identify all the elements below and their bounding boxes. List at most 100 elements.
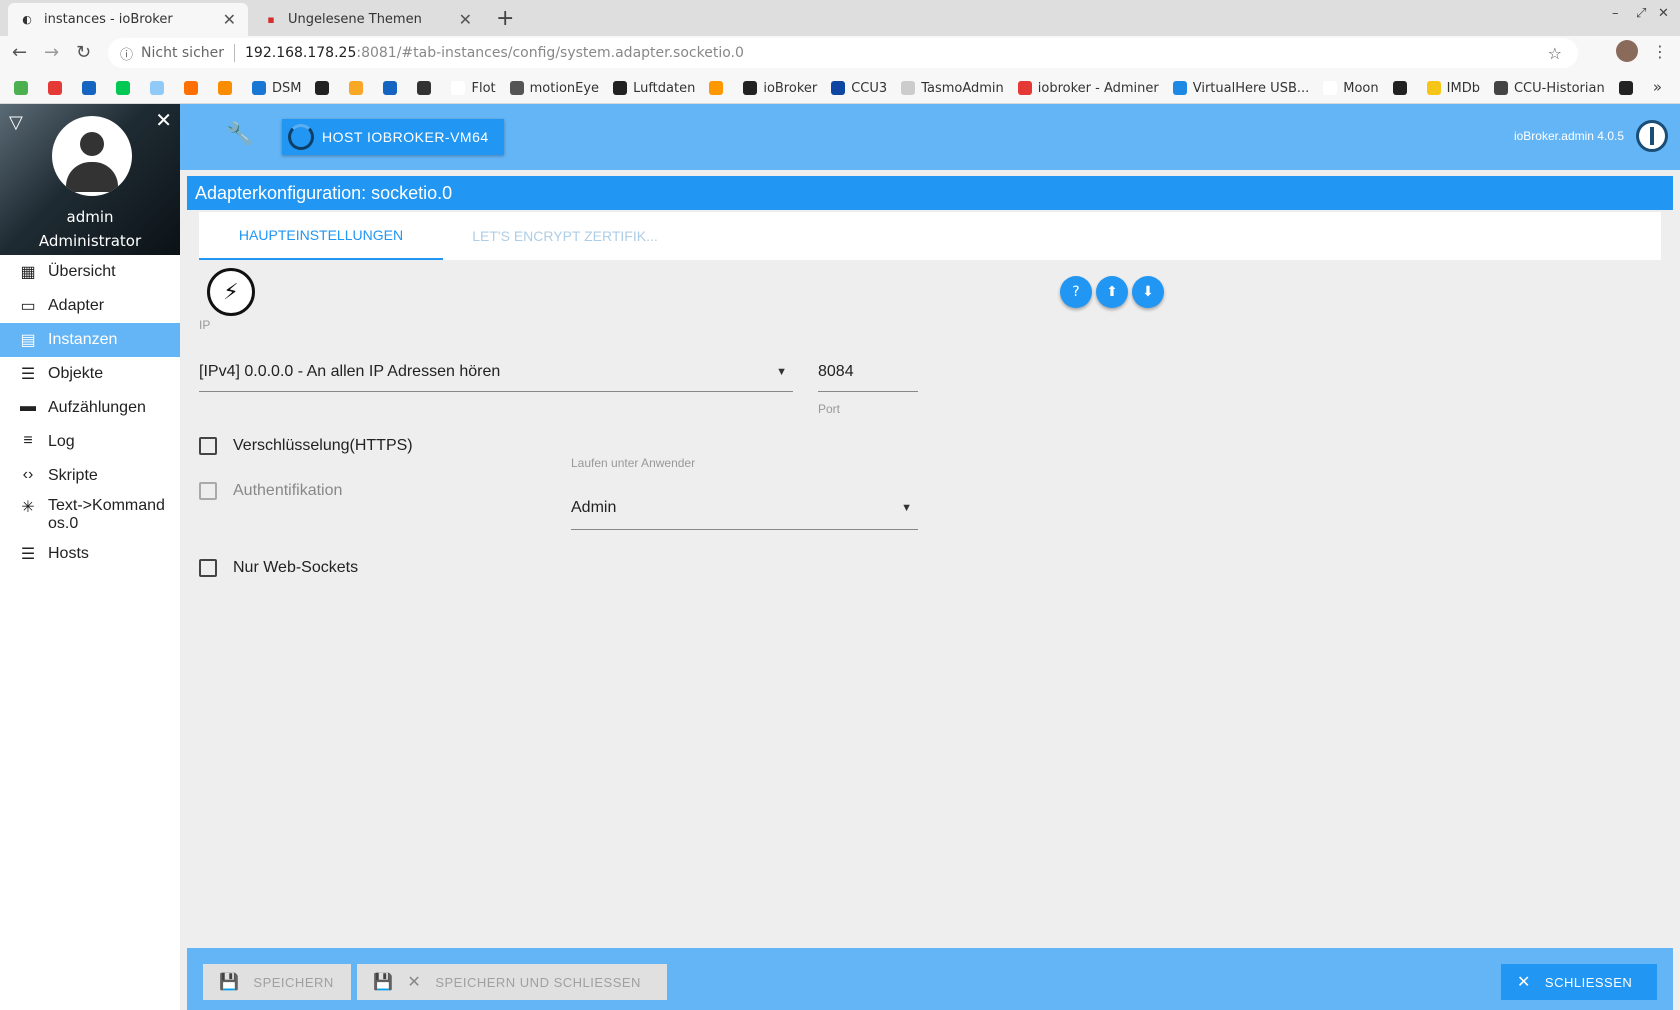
sidebar-item-list[interactable]: ☰ Objekte bbox=[0, 357, 180, 391]
bookmarks-bar: DSM Flot motionEye Luftdaten ioBroker CCU3 Tas… bbox=[0, 74, 1680, 102]
back-arrow-icon[interactable]: ← bbox=[12, 42, 27, 63]
auth-checkbox-row[interactable]: Authentifikation bbox=[199, 482, 342, 500]
port-input[interactable]: 8084 bbox=[818, 352, 918, 392]
page-title: Adapterkonfiguration: socketio.0 bbox=[187, 176, 1673, 210]
bookmark-favicon-icon bbox=[349, 81, 364, 95]
sidebar-item-store[interactable]: ▭ Adapter bbox=[0, 289, 180, 323]
browser-tab-themen[interactable]: ▪ Ungelesene Themen ✕ bbox=[252, 3, 484, 36]
save-button[interactable]: 💾 SPEICHERN bbox=[203, 964, 351, 1000]
bookmark-item[interactable] bbox=[383, 81, 403, 95]
bookmark-favicon-icon bbox=[417, 81, 432, 95]
sidebar-item-log[interactable]: ≡ Log bbox=[0, 425, 180, 459]
bookmark-item[interactable]: CCU3 bbox=[831, 81, 887, 96]
bookmarks-overflow-button[interactable]: » bbox=[1653, 78, 1662, 96]
auth-checkbox[interactable] bbox=[199, 482, 217, 500]
maximize-button[interactable]: ⤢ bbox=[1636, 6, 1646, 21]
bookmark-item[interactable] bbox=[417, 81, 437, 95]
websockets-checkbox[interactable] bbox=[199, 559, 217, 577]
browser-tab-instances[interactable]: ◐ instances - ioBroker ✕ bbox=[8, 3, 248, 36]
app-toolbar: 🔧 HOST IOBROKER-VM64 ioBroker.admin 4.0.… bbox=[180, 104, 1680, 170]
bookmark-item[interactable]: TasmoAdmin bbox=[901, 81, 1004, 96]
save-close-button[interactable]: 💾 ✕ SPEICHERN UND SCHLIESSEN bbox=[357, 964, 667, 1000]
host-button[interactable]: HOST IOBROKER-VM64 bbox=[282, 119, 504, 155]
sidebar-item-instances[interactable]: ▤ Instanzen bbox=[0, 323, 180, 357]
websockets-checkbox-row[interactable]: Nur Web-Sockets bbox=[199, 559, 358, 577]
upload-button[interactable]: ⬆ bbox=[1096, 276, 1128, 308]
profile-avatar[interactable] bbox=[1616, 40, 1638, 62]
window-close-button[interactable]: ✕ bbox=[1658, 6, 1669, 21]
https-checkbox-row[interactable]: Verschlüsselung(HTTPS) bbox=[199, 437, 413, 455]
close-icon: ✕ bbox=[1517, 974, 1531, 991]
sidebar-item-storage[interactable]: ☰ Hosts bbox=[0, 537, 180, 571]
bookmark-item[interactable] bbox=[150, 81, 170, 95]
new-tab-button[interactable]: + bbox=[496, 6, 514, 31]
info-icon[interactable]: ⓘ bbox=[120, 44, 133, 63]
sidebar-item-label: Objekte bbox=[48, 365, 104, 382]
tab-main-settings[interactable]: HAUPTEINSTELLUNGEN bbox=[199, 212, 443, 260]
tab-close-icon[interactable]: ✕ bbox=[459, 10, 472, 29]
help-button[interactable]: ? bbox=[1060, 276, 1092, 308]
bookmark-label: Moon bbox=[1343, 80, 1379, 96]
bookmark-item[interactable]: DSM bbox=[252, 81, 301, 96]
bookmark-item[interactable]: IMDb bbox=[1426, 81, 1480, 96]
bookmark-item[interactable]: ioBroker bbox=[743, 81, 817, 96]
bookmark-favicon-icon bbox=[901, 81, 916, 95]
bookmark-favicon-icon bbox=[48, 81, 62, 95]
bookmark-item[interactable] bbox=[709, 81, 729, 95]
bookmark-item[interactable]: Luftdaten bbox=[613, 81, 695, 96]
minimize-button[interactable]: – bbox=[1612, 6, 1619, 21]
sidebar-item-enum[interactable]: ▬ Aufzählungen bbox=[0, 391, 180, 425]
bookmark-item[interactable] bbox=[349, 81, 369, 95]
bookmark-item[interactable]: Moon bbox=[1323, 80, 1379, 96]
sidebar-close-icon[interactable]: ✕ bbox=[155, 108, 172, 132]
bookmark-item[interactable] bbox=[315, 81, 335, 95]
bookmark-item[interactable]: VirtualHere USB... bbox=[1172, 81, 1309, 96]
save-close-label: SPEICHERN UND SCHLIESSEN bbox=[435, 974, 641, 990]
browser-menu-icon[interactable]: ⋮ bbox=[1652, 42, 1668, 61]
instances-icon: ▤ bbox=[20, 332, 36, 349]
iobroker-logo-icon bbox=[1636, 120, 1668, 152]
tab-close-icon[interactable]: ✕ bbox=[223, 10, 236, 29]
bookmark-favicon-icon bbox=[1493, 81, 1508, 95]
bottom-action-bar: 💾 SPEICHERN 💾 ✕ SPEICHERN UND SCHLIESSEN… bbox=[187, 948, 1673, 1010]
address-bar[interactable]: ⓘ Nicht sicher 192.168.178.25 :8081/#tab… bbox=[108, 38, 1578, 68]
bookmark-favicon-icon bbox=[613, 81, 628, 95]
menu-toggle-icon[interactable]: ▽ bbox=[9, 112, 23, 133]
auth-label: Authentifikation bbox=[233, 482, 343, 499]
bookmark-item[interactable]: CCU-Historian bbox=[1493, 81, 1605, 96]
bookmark-item[interactable] bbox=[82, 81, 102, 95]
list-icon: ☰ bbox=[20, 366, 36, 383]
bookmark-star-icon[interactable]: ☆ bbox=[1548, 44, 1562, 63]
bookmark-item[interactable] bbox=[14, 81, 34, 95]
https-checkbox[interactable] bbox=[199, 437, 217, 455]
bookmark-item[interactable]: Flot bbox=[451, 81, 496, 96]
store-icon: ▭ bbox=[20, 298, 36, 315]
bookmark-item[interactable] bbox=[1392, 81, 1413, 95]
ip-select[interactable]: [IPv4] 0.0.0.0 - An allen IP Adressen hö… bbox=[199, 352, 793, 392]
bookmark-item[interactable] bbox=[184, 81, 204, 95]
bookmark-favicon-icon bbox=[82, 81, 96, 95]
reload-icon[interactable]: ↻ bbox=[76, 42, 91, 63]
wrench-icon[interactable]: 🔧 bbox=[226, 122, 253, 147]
bookmark-item[interactable]: iobroker - Adminer bbox=[1017, 81, 1159, 96]
user-select-value: Admin bbox=[571, 498, 617, 516]
forward-arrow-icon[interactable]: → bbox=[44, 42, 59, 63]
close-button[interactable]: ✕ SCHLIESSEN bbox=[1501, 964, 1657, 1000]
sidebar-item-snowflake[interactable]: ✳ Text->Kommandos.0 bbox=[0, 493, 180, 537]
download-button[interactable]: ⬇ bbox=[1132, 276, 1164, 308]
security-label: Nicht sicher bbox=[141, 45, 225, 61]
bookmark-item[interactable] bbox=[48, 81, 68, 95]
bookmark-item[interactable] bbox=[218, 81, 238, 95]
code-icon: ‹› bbox=[22, 466, 34, 483]
bookmark-label: TasmoAdmin bbox=[921, 80, 1004, 96]
sidebar-item-code[interactable]: ‹› Skripte bbox=[0, 459, 180, 493]
help-icon: ? bbox=[1072, 284, 1080, 300]
user-select[interactable]: Admin ▼ bbox=[571, 486, 918, 530]
bookmark-item[interactable] bbox=[1618, 81, 1639, 95]
bookmark-item[interactable]: motionEye bbox=[509, 81, 599, 96]
url-path: :8081/#tab-instances/config/system.adapt… bbox=[356, 45, 744, 61]
bookmark-favicon-icon bbox=[315, 81, 330, 95]
bookmark-item[interactable] bbox=[116, 81, 136, 95]
tab-letsencrypt[interactable]: LET'S ENCRYPT ZERTIFIK... bbox=[443, 212, 687, 260]
sidebar-item-apps[interactable]: ▦ Übersicht bbox=[0, 255, 180, 289]
